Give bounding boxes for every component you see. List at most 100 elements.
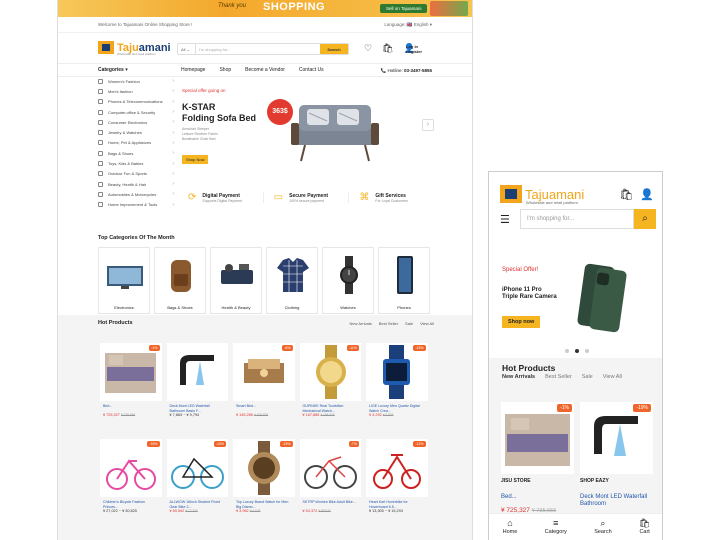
slider-dot[interactable] — [585, 349, 589, 353]
tab-best-seller[interactable]: Best Seller — [545, 374, 572, 380]
language-select[interactable]: Language: 🇬🇧 English ▾ — [384, 22, 432, 28]
product-card[interactable]: -1% Bed... ¥ 725,327 ¥ 735,656 — [100, 343, 162, 417]
search-icon[interactable]: ⌕ — [634, 209, 656, 229]
mobile-product-card[interactable]: -19% SHOP EAZY Deck Mont LED Waterfall B… — [580, 402, 653, 507]
category-card[interactable]: Electronics — [98, 247, 150, 314]
product-price: ¥ 27,022 ~ ¥ 30,825 — [103, 509, 137, 513]
sidebar-item[interactable]: Consumer Electronics › — [98, 117, 174, 127]
sidebar-item[interactable]: Men's fashion › — [98, 86, 174, 96]
user-icon[interactable]: 👤 — [640, 188, 654, 201]
search-input[interactable]: I'm shopping for... — [196, 44, 320, 54]
sidebar-item[interactable]: Outdoor Fun & Sports › — [98, 169, 174, 179]
product-card[interactable]: -10% ALLWOW 16inch Student Fixed Gear Bi… — [166, 439, 228, 513]
product-name[interactable]: Deck Mont LED Waterfall Bathroom — [580, 494, 656, 508]
nav-shop[interactable]: Shop — [219, 67, 231, 73]
product-name[interactable]: Heart Kart Hoverbike for Hoverboard 6.5.… — [369, 500, 424, 509]
product-name[interactable]: LIGE Luxury Men Quartz Digital Watch Cre… — [369, 404, 424, 413]
discount-badge: -1% — [557, 404, 572, 412]
category-card[interactable]: Bags & Shoes — [154, 247, 206, 314]
tab-new-arrivals[interactable]: New Arrivals — [349, 321, 371, 326]
product-card[interactable]: -15% LIGE Luxury Men Quartz Digital Watc… — [366, 343, 428, 417]
category-icon — [98, 78, 103, 84]
sidebar-item[interactable]: Automobiles & Motorcycles › — [98, 189, 174, 199]
product-card[interactable]: -11% OUPINKE Real Tourbillon Mechanical … — [299, 343, 361, 417]
sidebar-item[interactable]: Toys, Kids & Babies › — [98, 158, 174, 168]
category-card[interactable]: Health & Beauty — [210, 247, 262, 314]
bottom-nav-home[interactable]: ⌂ Home — [503, 514, 518, 540]
product-name[interactable]: Bed... — [501, 494, 577, 501]
bottom-nav-cart[interactable]: 🛍 Cart — [639, 514, 650, 540]
menu-icon[interactable]: ☰ — [500, 213, 520, 226]
product-name[interactable]: Deck Mont LED Waterfall Bathroom Basin F… — [170, 404, 225, 413]
sidebar-item[interactable]: Home Improvement & Tools › — [98, 200, 174, 210]
feature-gift-services: ⌘ Gift Services For Loyal Customers — [359, 192, 408, 203]
tab-sale[interactable]: Sale — [405, 321, 413, 326]
shop-now-button[interactable]: Shop Now — [182, 155, 209, 164]
cart-icon[interactable]: 🛍 — [619, 188, 633, 201]
hotline: 📞 Hotline: 03-3497-5855 — [380, 68, 432, 73]
sidebar-item[interactable]: Jewelry & Watches › — [98, 127, 174, 137]
nav-contact[interactable]: Contact Us — [299, 67, 324, 73]
slider-next-button[interactable]: › — [422, 119, 434, 131]
product-name[interactable]: Children's Bicycle Fashion Princes... — [103, 500, 158, 509]
tab-new-arrivals[interactable]: New Arrivals — [502, 374, 535, 380]
product-name[interactable]: Top Luxury Brand Watch for Men Big Diamo… — [236, 500, 291, 509]
product-card[interactable]: -8% Smart Bed... ¥ 145,286 ¥ 166,928 — [233, 343, 295, 417]
phone-image — [397, 256, 413, 294]
mobile-logo[interactable]: Tajuamani Wholesale and retail platform — [500, 185, 584, 205]
product-name[interactable]: Smart Bed... — [236, 404, 291, 409]
slider-dot[interactable] — [565, 349, 569, 353]
product-card[interactable]: -12% Heart Kart Hoverbike for Hoverboard… — [366, 439, 428, 513]
promo-banner[interactable]: Thank you SHOPPING Sell on Tajuamani — [58, 0, 472, 17]
product-name[interactable]: Bed... — [103, 404, 158, 409]
bottom-nav-category[interactable]: ≡ Category — [545, 514, 567, 540]
category-card[interactable]: Clothing — [266, 247, 318, 314]
category-card[interactable]: Watches — [322, 247, 374, 314]
product-price: ¥ 725,327 ¥ 735,656 — [103, 413, 136, 417]
product-name[interactable]: SKTRP Women Bike Adult Bike... — [303, 500, 358, 505]
sidebar-item[interactable]: Bags & Shoes › — [98, 148, 174, 158]
bottom-nav-search[interactable]: ⌕ Search — [594, 514, 611, 540]
cart-icon[interactable]: 🛍 — [382, 43, 393, 54]
desktop-page: Thank you SHOPPING Sell on Tajuamani Wel… — [57, 0, 473, 540]
nav-become-vendor[interactable]: Become a Vendor — [245, 67, 285, 73]
wishlist-icon[interactable]: ♡ — [364, 43, 372, 54]
category-icon — [98, 119, 103, 125]
product-card[interactable]: -7% SKTRP Women Bike Adult Bike... ¥ 54,… — [299, 439, 361, 513]
sidebar-item[interactable]: Women's Fashion › — [98, 76, 174, 86]
product-card[interactable]: Deck Mont LED Waterfall Bathroom Basin F… — [166, 343, 228, 417]
product-name[interactable]: OUPINKE Real Tourbillon Mechanical Watch… — [303, 404, 358, 413]
beauty-kit-image — [221, 264, 253, 284]
categories-dropdown[interactable]: Categories ▾ — [98, 67, 181, 73]
tab-view-all[interactable]: View All — [603, 374, 622, 380]
category-card[interactable]: Phones — [378, 247, 430, 314]
mobile-product-card[interactable]: -1% JISU STORE Bed... ¥ 725,327 ¥ 735,65… — [501, 402, 574, 514]
category-icon — [98, 99, 103, 105]
product-card[interactable]: -15% Top Luxury Brand Watch for Men Big … — [233, 439, 295, 513]
slider-dot-active[interactable] — [575, 349, 579, 353]
store-name[interactable]: JISU STORE — [501, 478, 531, 484]
login-link[interactable]: Log in Register — [406, 44, 422, 54]
mobile-shop-now-button[interactable]: Shop now — [502, 316, 541, 328]
hero-offer: Special offer going on — [182, 88, 226, 93]
sell-button[interactable]: Sell on Tajuamani — [380, 4, 428, 13]
product-card[interactable]: -33% Children's Bicycle Fashion Princes.… — [100, 439, 162, 513]
tab-sale[interactable]: Sale — [582, 374, 593, 380]
sidebar-item[interactable]: Home, Pet & Appliances › — [98, 138, 174, 148]
feature-digital-payment: ⟳ Digital Payment Supports Digital Payment — [182, 192, 264, 203]
features-row: ⟳ Digital Payment Supports Digital Payment… — [182, 192, 434, 203]
store-name[interactable]: SHOP EAZY — [580, 478, 609, 484]
nav-homepage[interactable]: Homepage — [181, 67, 205, 73]
logo[interactable]: Tajuamani Wholesale and retail platform — [98, 41, 171, 56]
product-name[interactable]: ALLWOW 16inch Student Fixed Gear Bike 2.… — [170, 500, 225, 509]
mobile-search-input[interactable]: I'm shopping for... — [520, 209, 634, 229]
mobile-offer: Special Offer! — [502, 267, 539, 273]
sidebar-item[interactable]: Beauty, Health & Hair › — [98, 179, 174, 189]
tab-best-seller[interactable]: Best Seller — [379, 321, 398, 326]
search-category-select[interactable]: All ⌄ — [178, 44, 196, 54]
search-button[interactable]: Search — [320, 44, 348, 54]
chevron-right-icon: › — [172, 150, 174, 157]
sidebar-item[interactable]: Computer,office & Security › — [98, 107, 174, 117]
tab-view-all[interactable]: View All — [420, 321, 434, 326]
sidebar-item[interactable]: Phones & Telecommunications › — [98, 97, 174, 107]
